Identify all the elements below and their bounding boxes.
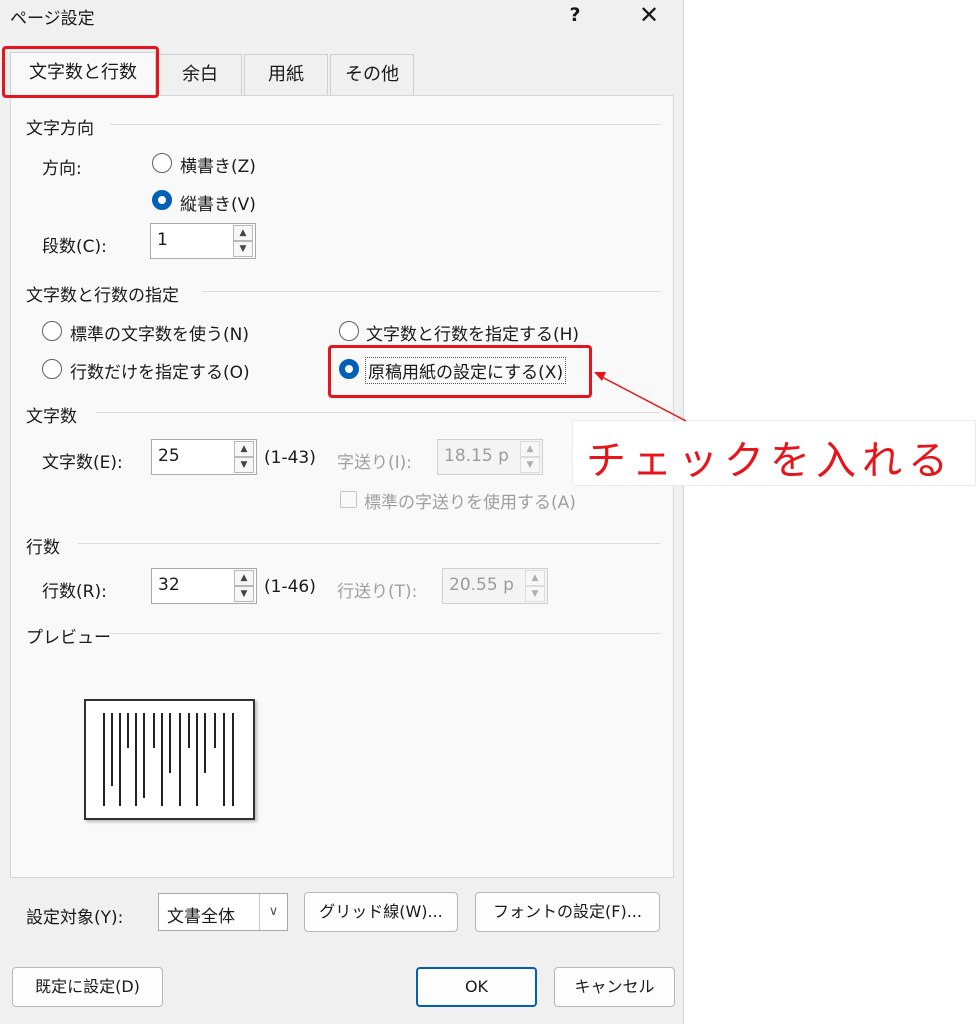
radio-horizontal-label[interactable]: 横書き(Z) <box>180 152 256 177</box>
apply-to-label: 設定対象(Y): <box>26 908 124 928</box>
section-divider <box>110 124 660 125</box>
line-pitch-spin-buttons: ▲ ▼ <box>523 569 547 603</box>
section-text-direction: 文字方向 <box>26 119 94 139</box>
std-pitch-label: 標準の字送りを使用する(A) <box>364 493 576 513</box>
close-button[interactable]: ✕ <box>632 2 666 30</box>
preview-line <box>127 713 129 748</box>
lines-spinner[interactable]: 32 ▲ ▼ <box>151 568 257 604</box>
radio-vertical-label[interactable]: 縦書き(V) <box>180 190 256 215</box>
direction-label: 方向: <box>42 159 82 179</box>
radio-horizontal[interactable] <box>152 153 172 173</box>
manuscript-highlight-box <box>328 345 592 398</box>
preview-line <box>179 713 181 806</box>
preview-line <box>214 713 216 748</box>
preview-page <box>84 699 255 820</box>
char-pitch-value: 18.15 p <box>444 446 509 466</box>
section-preview: プレビュー <box>26 628 111 648</box>
section-lines: 行数 <box>26 538 60 558</box>
help-button[interactable]: ? <box>560 2 590 30</box>
section-divider <box>202 291 660 292</box>
section-divider <box>110 633 660 634</box>
lines-range: (1-46) <box>264 577 316 597</box>
line-pitch-value: 20.55 p <box>449 575 514 595</box>
preview-line <box>223 713 225 806</box>
spin-up-icon[interactable]: ▲ <box>233 225 253 241</box>
section-grid-spec: 文字数と行数の指定 <box>26 286 179 306</box>
chars-spinner[interactable]: 25 ▲ ▼ <box>151 439 257 475</box>
spin-down-icon[interactable]: ▼ <box>234 586 254 602</box>
char-pitch-label: 字送り(I): <box>337 453 413 473</box>
chars-range: (1-43) <box>264 448 316 468</box>
cancel-button[interactable]: キャンセル <box>554 967 675 1007</box>
line-pitch-label: 行送り(T): <box>337 582 418 602</box>
preview-line <box>143 713 145 798</box>
spin-up-icon: ▲ <box>520 441 540 457</box>
radio-vertical[interactable] <box>152 190 172 210</box>
preview-line <box>103 713 105 806</box>
spin-down-icon[interactable]: ▼ <box>233 241 253 257</box>
apply-to-dropdown[interactable]: 文書全体 ∨ <box>158 893 288 931</box>
char-pitch-spinner: 18.15 p ▲ ▼ <box>437 439 543 475</box>
columns-spin-buttons: ▲ ▼ <box>231 224 255 258</box>
grid-lines-button[interactable]: グリッド線(W)... <box>304 892 458 932</box>
lines-label: 行数(R): <box>42 582 107 602</box>
preview-line <box>204 713 206 773</box>
radio-lines-only[interactable] <box>42 359 62 379</box>
preview-line <box>232 713 234 806</box>
line-pitch-spinner: 20.55 p ▲ ▼ <box>442 568 548 604</box>
preview-line <box>135 713 137 806</box>
lines-spin-buttons: ▲ ▼ <box>232 569 256 603</box>
tab-margins[interactable]: 余白 <box>158 54 242 96</box>
chars-value[interactable]: 25 <box>158 446 180 466</box>
set-default-button[interactable]: 既定に設定(D) <box>12 967 163 1007</box>
radio-lines-only-label[interactable]: 行数だけを指定する(O) <box>70 358 250 383</box>
chevron-down-icon[interactable]: ∨ <box>259 894 287 930</box>
preview-line <box>188 713 190 748</box>
tab-highlight-box <box>2 46 159 98</box>
spin-down-icon: ▼ <box>520 457 540 473</box>
section-divider <box>96 412 660 413</box>
radio-standard-label[interactable]: 標準の文字数を使う(N) <box>70 320 249 345</box>
columns-spinner[interactable]: 1 ▲ ▼ <box>150 223 256 259</box>
spin-up-icon[interactable]: ▲ <box>234 570 254 586</box>
lines-value[interactable]: 32 <box>158 575 180 595</box>
preview-line <box>196 713 198 806</box>
columns-value[interactable]: 1 <box>157 230 168 250</box>
dialog-title: ページ設定 <box>10 9 95 29</box>
tab-other[interactable]: その他 <box>330 54 414 96</box>
preview-line <box>169 713 171 773</box>
section-divider <box>78 543 660 544</box>
preview-line <box>153 713 155 748</box>
section-chars: 文字数 <box>26 407 77 427</box>
preview-line <box>119 713 121 806</box>
radio-chars-and-lines[interactable] <box>339 321 359 341</box>
font-settings-button[interactable]: フォントの設定(F)... <box>475 892 660 932</box>
apply-to-value[interactable]: 文書全体 <box>167 902 235 927</box>
ok-button[interactable]: OK <box>416 967 537 1007</box>
preview-line <box>161 713 163 806</box>
title-bar: ページ設定 ? ✕ <box>0 0 684 34</box>
char-pitch-spin-buttons: ▲ ▼ <box>518 440 542 474</box>
radio-standard[interactable] <box>42 321 62 341</box>
spin-up-icon: ▲ <box>525 570 545 586</box>
spin-down-icon: ▼ <box>525 586 545 602</box>
columns-label: 段数(C): <box>42 237 107 257</box>
spin-up-icon[interactable]: ▲ <box>234 441 254 457</box>
chars-label: 文字数(E): <box>42 453 123 473</box>
tab-paper[interactable]: 用紙 <box>244 54 328 96</box>
spin-down-icon[interactable]: ▼ <box>234 457 254 473</box>
radio-chars-and-lines-label[interactable]: 文字数と行数を指定する(H) <box>366 320 579 345</box>
std-pitch-checkbox <box>340 491 357 508</box>
preview-line <box>111 713 113 786</box>
chars-spin-buttons: ▲ ▼ <box>232 440 256 474</box>
annotation-text: チェックを入れる <box>586 438 954 484</box>
page-setup-dialog: ページ設定 ? ✕ 文字数と行数 余白 用紙 その他 文字方向 方向: 横書き(… <box>0 0 684 1024</box>
